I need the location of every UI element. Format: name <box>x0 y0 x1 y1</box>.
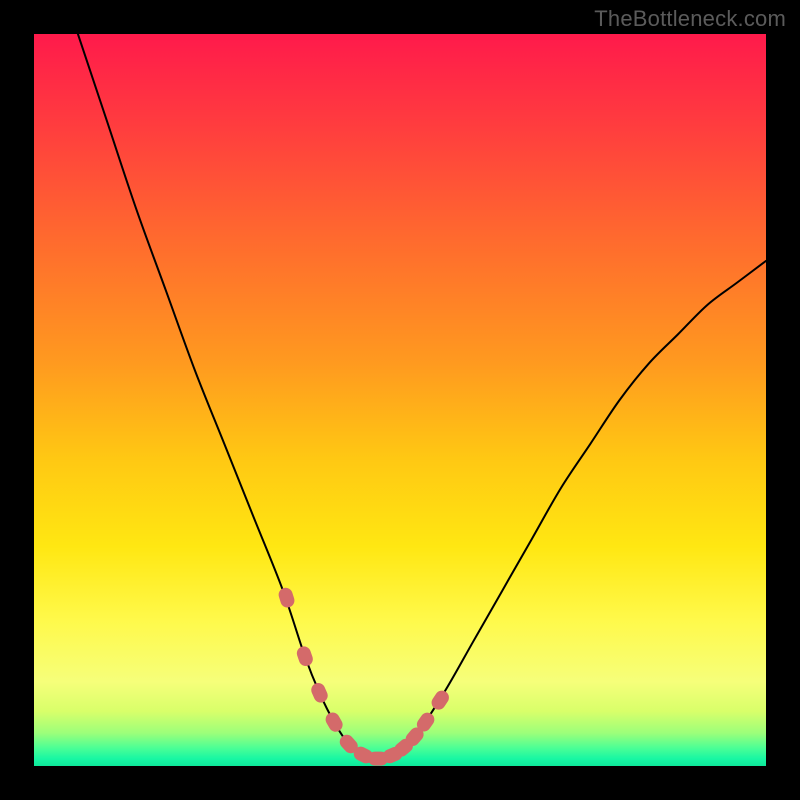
gradient-background <box>34 34 766 766</box>
watermark-text: TheBottleneck.com <box>594 6 786 32</box>
chart-frame: TheBottleneck.com <box>0 0 800 800</box>
plot-area <box>34 34 766 766</box>
plot-svg <box>34 34 766 766</box>
